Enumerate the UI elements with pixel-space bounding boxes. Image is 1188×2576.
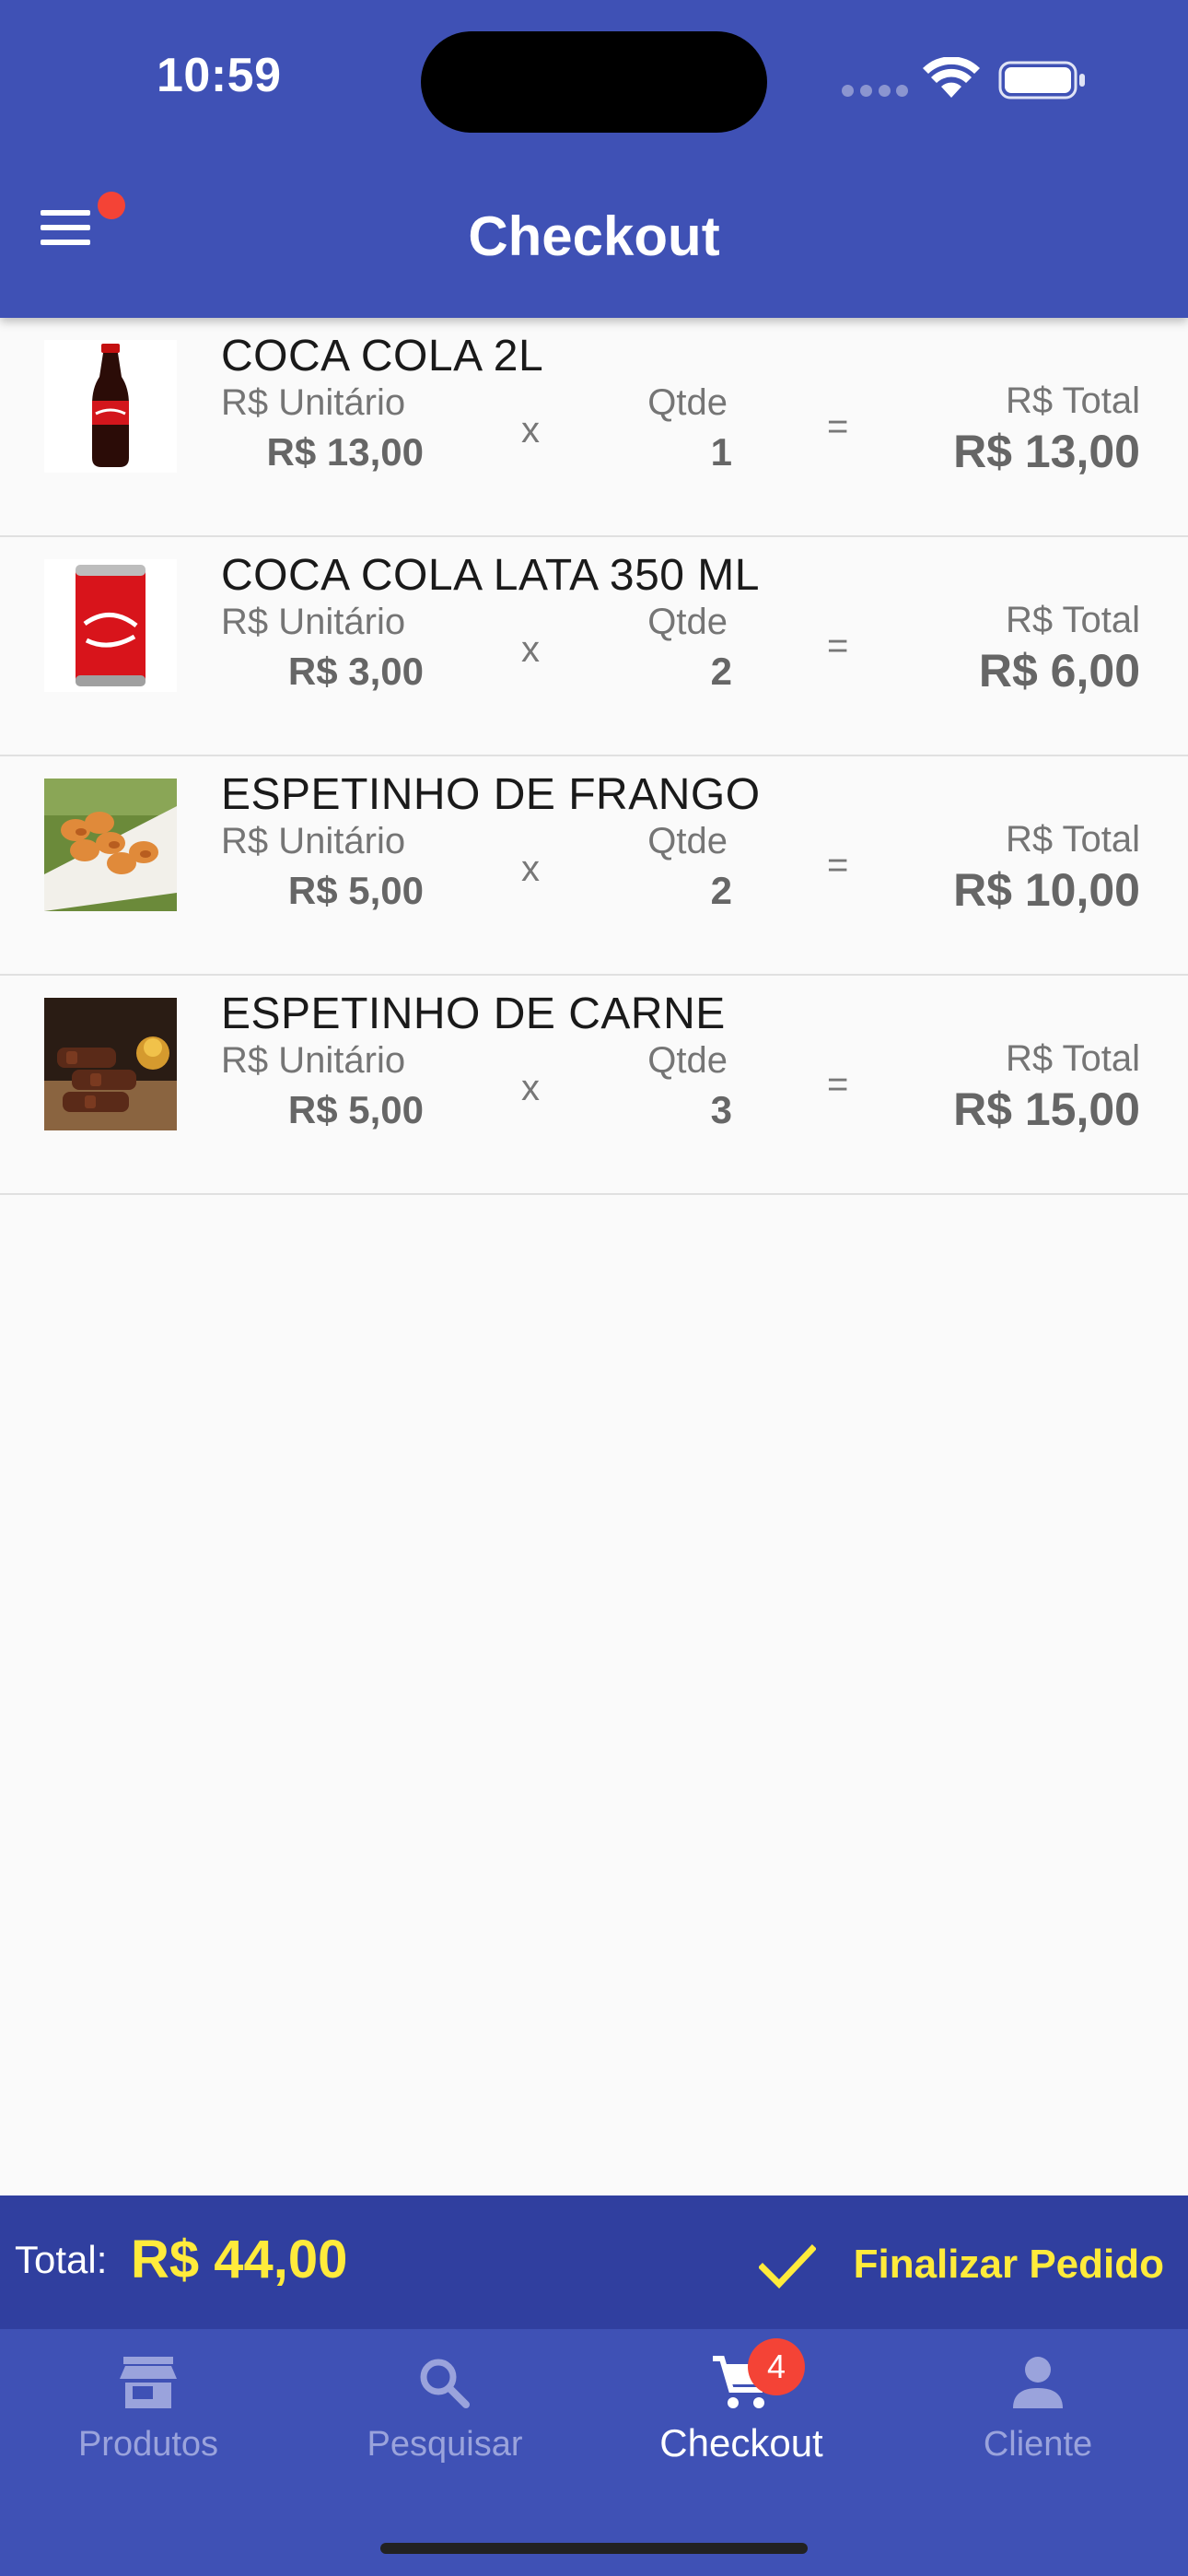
qty-value: 1	[710, 430, 732, 474]
check-icon	[759, 2244, 816, 2289]
cart-item[interactable]: ESPETINHO DE CARNE R$ Unitário R$ 5,00 x…	[0, 976, 1188, 1195]
qty-label: Qtde	[647, 602, 728, 642]
cart-item[interactable]: ESPETINHO DE FRANGO R$ Unitário R$ 5,00 …	[0, 756, 1188, 976]
unit-price-label: R$ Unitário	[221, 1040, 406, 1081]
qty-value: 2	[710, 869, 732, 912]
item-name: ESPETINHO DE FRANGO	[221, 770, 761, 819]
times-sign: x	[521, 1068, 540, 1108]
unit-price-value: R$ 3,00	[287, 650, 424, 693]
total-label: R$ Total	[1005, 1038, 1140, 1079]
qty-label: Qtde	[647, 1040, 728, 1081]
cart-item-list: COCA COLA 2L R$ Unitário R$ 13,00 x Qtde…	[0, 318, 1188, 1195]
order-total-value: R$ 44,00	[131, 2230, 348, 2289]
times-sign: x	[521, 410, 540, 451]
total-label: R$ Total	[1005, 381, 1140, 421]
equals-sign: =	[827, 626, 849, 666]
equals-sign: =	[827, 1064, 849, 1105]
equals-sign: =	[827, 406, 849, 447]
cellular-signal-icon	[842, 85, 908, 98]
home-indicator	[380, 2543, 808, 2554]
equals-sign: =	[827, 845, 849, 885]
nav-label: Produtos	[77, 2425, 219, 2464]
product-image	[44, 998, 177, 1130]
store-icon	[120, 2357, 177, 2408]
total-label: R$ Total	[1005, 819, 1140, 860]
unit-price-label: R$ Unitário	[221, 602, 406, 642]
nav-item-cliente[interactable]: Cliente	[890, 2329, 1186, 2495]
nav-item-checkout[interactable]: Checkout	[593, 2329, 890, 2495]
order-total-label: Total:	[15, 2238, 108, 2281]
total-value: R$ 13,00	[953, 426, 1140, 477]
qty-value: 2	[710, 650, 732, 693]
finalize-order-label: Finalizar Pedido	[853, 2242, 1164, 2287]
battery-icon	[998, 61, 1085, 100]
order-total-bar: Total: R$ 44,00 Finalizar Pedido	[0, 2195, 1188, 2329]
item-name: COCA COLA LATA 350 ML	[221, 551, 760, 600]
product-image	[44, 779, 177, 911]
qty-label: Qtde	[647, 821, 728, 861]
total-label: R$ Total	[1005, 600, 1140, 640]
cart-item[interactable]: COCA COLA LATA 350 ML R$ Unitário R$ 3,0…	[0, 537, 1188, 756]
times-sign: x	[521, 849, 540, 889]
cart-count-badge: 4	[748, 2338, 805, 2395]
nav-label: Cliente	[983, 2425, 1093, 2464]
status-time: 10:59	[157, 49, 282, 102]
finalize-order-button[interactable]: Finalizar Pedido	[759, 2218, 1164, 2310]
person-icon	[1013, 2357, 1063, 2408]
dynamic-island	[421, 31, 767, 133]
total-value: R$ 6,00	[978, 645, 1140, 697]
nav-item-pesquisar[interactable]: Pesquisar	[297, 2329, 593, 2495]
unit-price-value: R$ 13,00	[266, 430, 424, 474]
unit-price-label: R$ Unitário	[221, 382, 406, 423]
nav-item-produtos[interactable]: Produtos	[0, 2329, 297, 2495]
unit-price-value: R$ 5,00	[287, 869, 424, 912]
bottom-navigation: Produtos Pesquisar Checkout Cliente	[0, 2329, 1188, 2576]
page-title: Checkout	[468, 205, 720, 267]
cart-item[interactable]: COCA COLA 2L R$ Unitário R$ 13,00 x Qtde…	[0, 318, 1188, 537]
search-icon	[420, 2359, 470, 2408]
qty-value: 3	[710, 1088, 732, 1131]
total-value: R$ 10,00	[953, 864, 1140, 916]
times-sign: x	[521, 629, 540, 670]
unit-price-label: R$ Unitário	[221, 821, 406, 861]
total-value: R$ 15,00	[953, 1083, 1140, 1135]
nav-label: Pesquisar	[367, 2425, 523, 2464]
item-name: ESPETINHO DE CARNE	[221, 989, 726, 1038]
qty-label: Qtde	[647, 382, 728, 423]
app-bar: 10:59 Checkout	[0, 0, 1188, 318]
product-image	[44, 559, 177, 692]
product-image	[44, 340, 177, 473]
wifi-icon	[923, 57, 980, 98]
nav-label: Checkout	[659, 2421, 823, 2465]
item-name: COCA COLA 2L	[221, 332, 544, 381]
unit-price-value: R$ 5,00	[287, 1088, 424, 1131]
